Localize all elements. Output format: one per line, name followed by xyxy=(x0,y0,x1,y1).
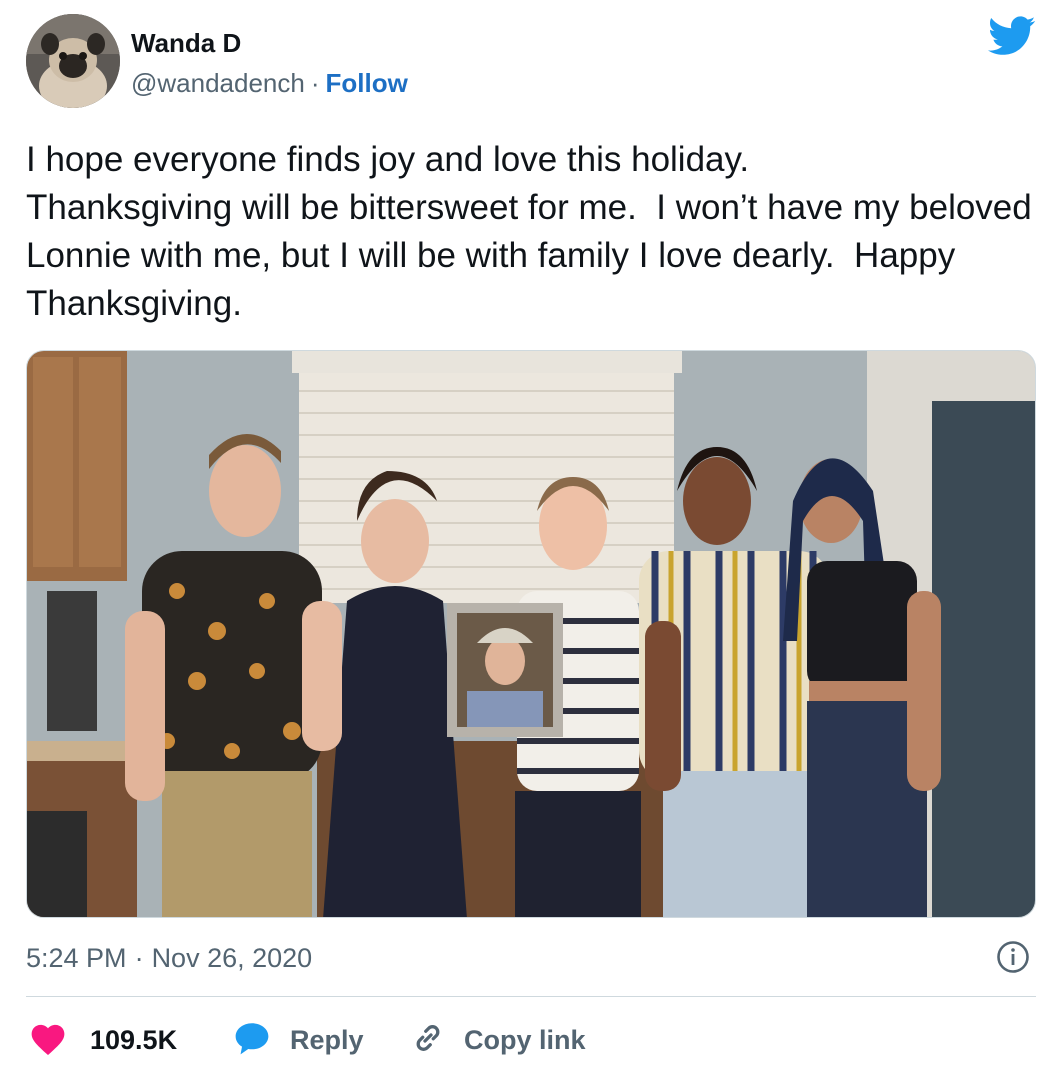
family-photo-image xyxy=(27,351,1035,917)
reply-label: Reply xyxy=(290,1024,364,1055)
author-handle[interactable]: @wandadench xyxy=(131,68,305,98)
link-icon xyxy=(410,1020,446,1061)
timestamp-row[interactable]: 5:24 PM · Nov 26, 2020 xyxy=(26,940,312,976)
like-count: 109.5K xyxy=(90,1024,178,1055)
separator-dot: · xyxy=(310,68,320,98)
handle-row: @wandadench · Follow xyxy=(131,66,408,100)
tweet-date: Nov 26, 2020 xyxy=(151,943,313,973)
separator-dot: · xyxy=(134,943,144,973)
tweet-time: 5:24 PM xyxy=(26,943,127,973)
pug-avatar-image xyxy=(26,14,120,108)
tweet-card: Wanda D @wandadench · Follow I hope everyo… xyxy=(0,0,1050,1068)
tweet-text: I hope everyone finds joy and love this … xyxy=(26,140,1032,323)
copy-link-label: Copy link xyxy=(464,1024,586,1055)
heart-icon xyxy=(28,1020,68,1061)
speech-bubble-icon xyxy=(232,1020,272,1061)
avatar[interactable] xyxy=(26,14,120,108)
divider xyxy=(26,996,1036,997)
twitter-bird-icon[interactable] xyxy=(988,16,1036,58)
follow-link[interactable]: Follow xyxy=(326,68,408,98)
author-name[interactable]: Wanda D xyxy=(131,26,241,60)
like-button[interactable]: 109.5K xyxy=(28,1020,177,1060)
tweet-photo[interactable] xyxy=(26,350,1036,918)
reply-button[interactable]: Reply xyxy=(232,1020,364,1060)
copy-link-button[interactable]: Copy link xyxy=(410,1020,586,1060)
info-icon[interactable] xyxy=(996,940,1030,974)
